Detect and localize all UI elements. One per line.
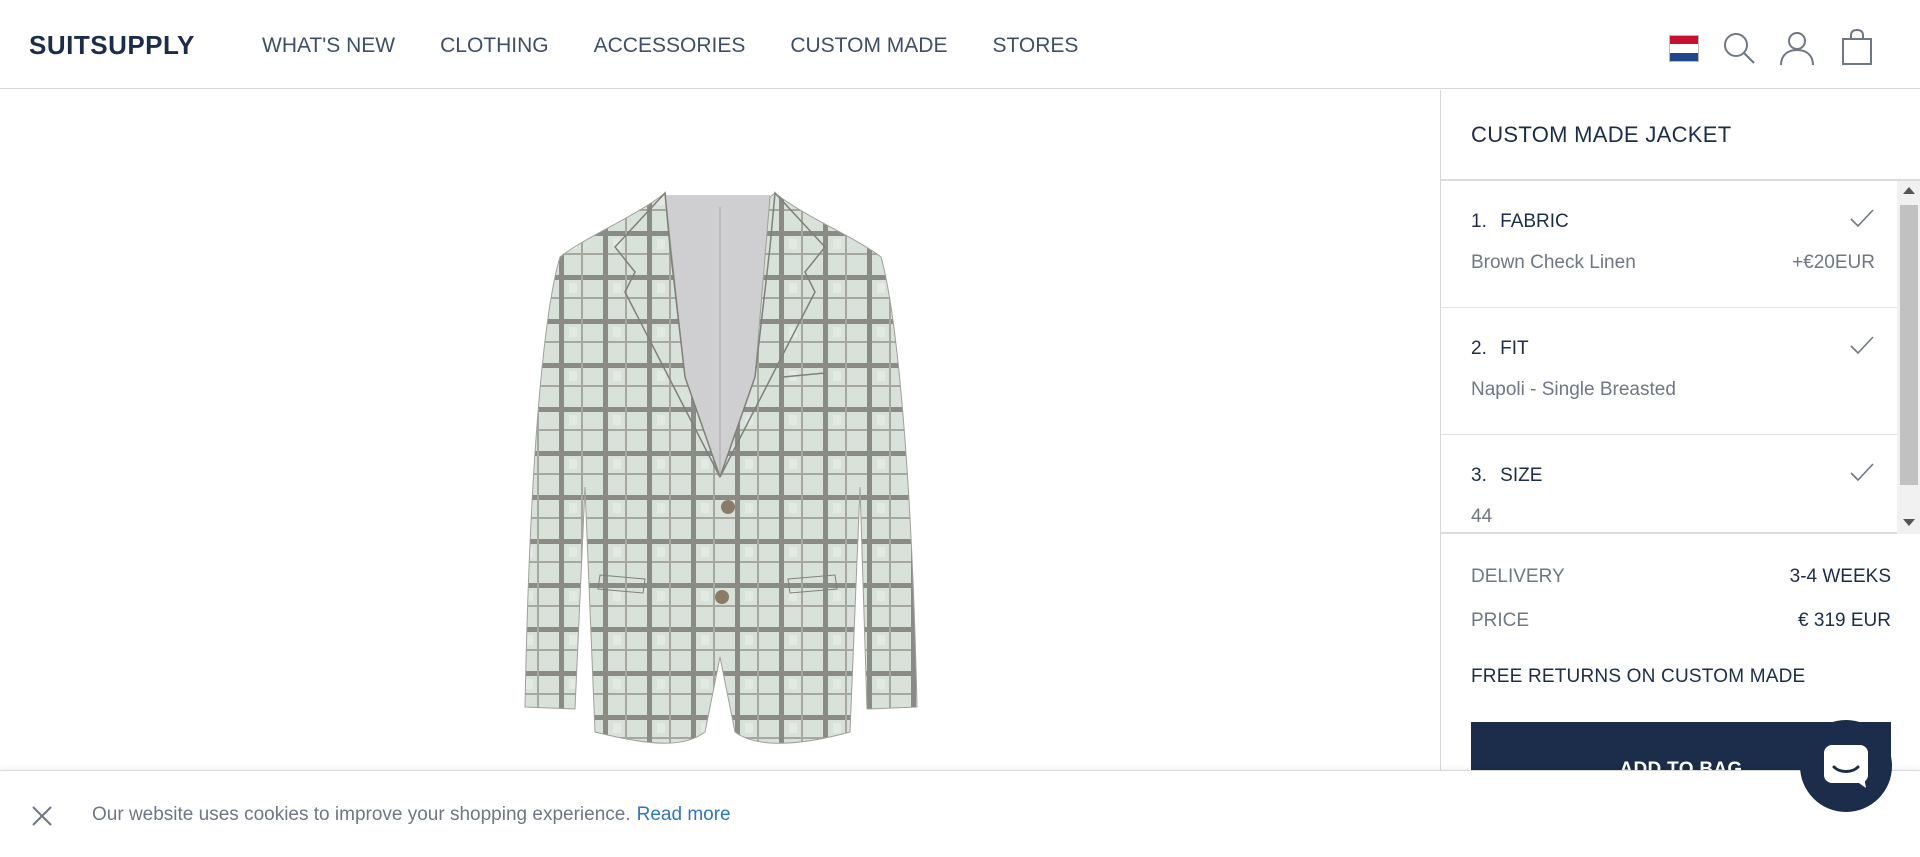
close-icon[interactable] (30, 804, 54, 828)
logo[interactable]: SUITSUPPLY (29, 30, 195, 61)
cookie-text: Our website uses cookies to improve your… (92, 804, 631, 825)
step-value: 44 (1471, 506, 1493, 527)
main-nav: WHAT'S NEW CLOTHING ACCESSORIES CUSTOM M… (262, 34, 1123, 58)
step-value: Brown Check Linen (1471, 252, 1636, 273)
delivery-label: DELIVERY (1471, 566, 1565, 587)
step-fit[interactable]: 2. FIT Napoli - Single Breasted (1441, 308, 1897, 435)
steps-list[interactable]: 1. FABRIC Brown Check Linen +€20EUR 2. F… (1441, 181, 1897, 534)
nav-whats-new[interactable]: WHAT'S NEW (262, 34, 395, 58)
step-label: FIT (1500, 338, 1529, 359)
checkmark-icon (1850, 209, 1874, 228)
panel-title: CUSTOM MADE JACKET (1471, 122, 1732, 147)
scroll-thumb[interactable] (1900, 205, 1918, 485)
read-more-link[interactable]: Read more (637, 804, 731, 825)
step-fabric[interactable]: 1. FABRIC Brown Check Linen +€20EUR (1441, 181, 1897, 308)
step-label: FABRIC (1500, 211, 1569, 232)
step-number: 1. (1471, 211, 1487, 232)
product-image-area (0, 90, 1440, 857)
step-number: 2. (1471, 338, 1487, 359)
shopping-bag-icon[interactable] (1840, 29, 1874, 65)
price-value: € 319 EUR (1798, 610, 1891, 631)
price-label: PRICE (1471, 610, 1530, 631)
flag-netherlands-icon[interactable] (1669, 35, 1699, 62)
delivery-value: 3-4 WEEKS (1789, 566, 1891, 587)
checkmark-icon (1850, 463, 1874, 482)
user-icon[interactable] (1779, 30, 1815, 66)
checkmark-icon (1850, 336, 1874, 355)
step-value: Napoli - Single Breasted (1471, 379, 1676, 400)
nav-clothing[interactable]: CLOTHING (440, 34, 549, 58)
cookie-banner: Our website uses cookies to improve your… (0, 770, 1920, 857)
scroll-up-arrow-icon[interactable] (1903, 187, 1915, 194)
chat-button[interactable] (1800, 720, 1892, 812)
step-number: 3. (1471, 465, 1487, 486)
step-label: SIZE (1500, 465, 1543, 486)
jacket-image (524, 191, 918, 744)
search-icon[interactable] (1722, 31, 1756, 65)
chat-icon (1824, 745, 1868, 788)
steps-scrollbar[interactable] (1897, 181, 1920, 534)
nav-custom-made[interactable]: CUSTOM MADE (790, 34, 947, 58)
site-header: SUITSUPPLY WHAT'S NEW CLOTHING ACCESSORI… (0, 0, 1920, 89)
scroll-down-arrow-icon[interactable] (1903, 519, 1915, 526)
nav-accessories[interactable]: ACCESSORIES (594, 34, 746, 58)
nav-stores[interactable]: STORES (992, 34, 1078, 58)
cookie-message: Our website uses cookies to improve your… (92, 804, 731, 826)
free-returns-text: FREE RETURNS ON CUSTOM MADE (1471, 666, 1806, 687)
step-size[interactable]: 3. SIZE 44 (1441, 435, 1897, 532)
step-price: +€20EUR (1792, 252, 1875, 273)
